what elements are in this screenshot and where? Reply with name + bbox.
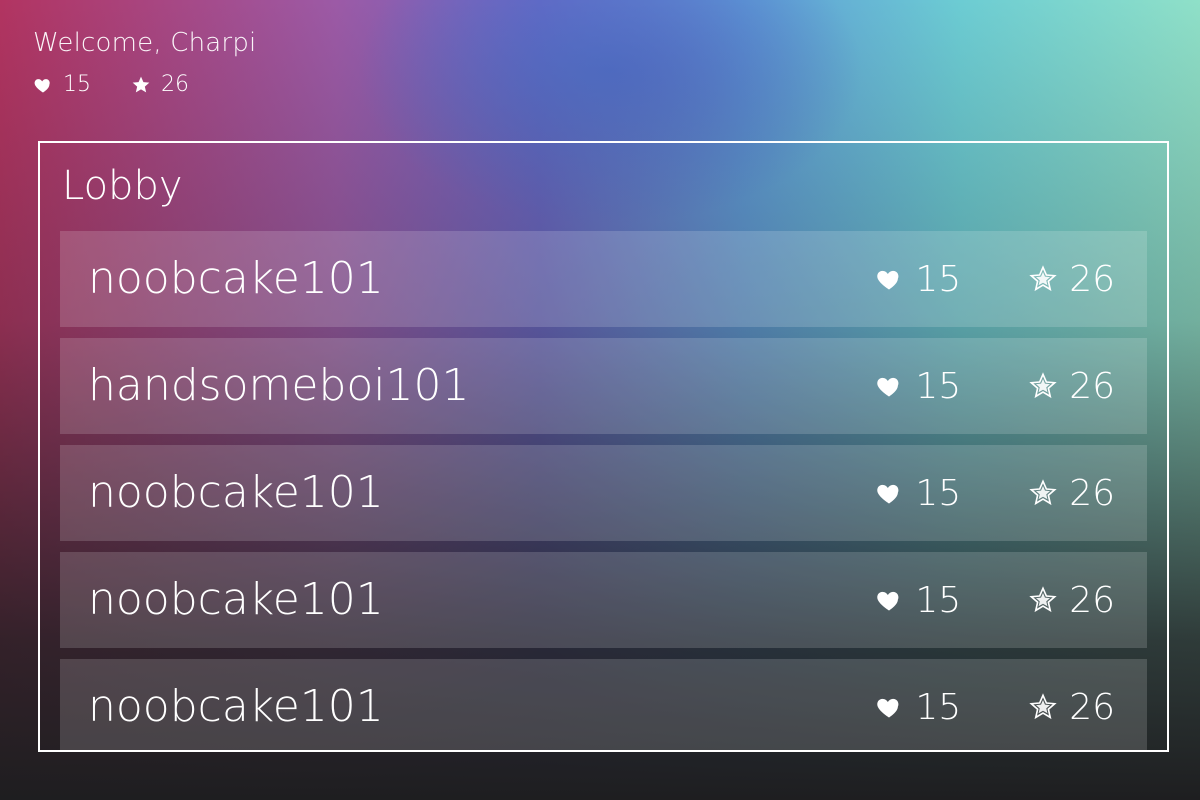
- player-name: handsomeboi101: [88, 360, 470, 411]
- player-hearts: 15: [875, 473, 961, 514]
- star-icon: [1029, 372, 1057, 400]
- heart-icon: [875, 586, 903, 614]
- player-name: noobcake101: [88, 574, 384, 625]
- player-stars-count: 26: [1069, 579, 1115, 621]
- player-name: noobcake101: [88, 253, 384, 304]
- lobby-title: Lobby: [62, 163, 183, 209]
- welcome-text: Welcome, Charpi: [33, 28, 257, 58]
- player-row[interactable]: noobcake101 15 26: [60, 445, 1147, 541]
- star-icon: [131, 75, 151, 95]
- player-row[interactable]: noobcake101 15 26: [60, 231, 1147, 327]
- heart-icon: [875, 479, 903, 507]
- star-icon: [1029, 265, 1057, 293]
- player-stars: 26: [1029, 473, 1115, 514]
- player-hearts-count: 15: [915, 365, 962, 407]
- player-name: noobcake101: [88, 467, 384, 518]
- user-header: Welcome, Charpi 15 26: [33, 28, 256, 97]
- user-stars-count: 26: [161, 72, 189, 97]
- player-stars: 26: [1029, 259, 1115, 300]
- player-hearts-count: 15: [915, 258, 962, 300]
- player-hearts-count: 15: [915, 579, 962, 621]
- player-hearts: 15: [875, 259, 961, 300]
- player-stars: 26: [1029, 580, 1115, 621]
- player-row[interactable]: handsomeboi101 15 26: [60, 338, 1147, 434]
- user-stars: 26: [131, 72, 189, 97]
- heart-icon: [875, 693, 903, 721]
- player-stats: 15 26: [875, 253, 1115, 305]
- player-stars-count: 26: [1069, 686, 1115, 728]
- player-hearts-count: 15: [915, 472, 962, 514]
- lobby-panel: Lobby noobcake101 15 26 handsomeboi101 1…: [38, 141, 1169, 752]
- user-hearts-count: 15: [63, 72, 91, 97]
- player-stars-count: 26: [1069, 472, 1115, 514]
- star-icon: [1029, 693, 1057, 721]
- player-stars-count: 26: [1069, 258, 1115, 300]
- player-row[interactable]: noobcake101 15 26: [60, 552, 1147, 648]
- user-stats: 15 26: [33, 72, 256, 97]
- player-stats: 15 26: [875, 360, 1115, 412]
- heart-icon: [875, 372, 903, 400]
- user-hearts: 15: [33, 72, 91, 97]
- star-icon: [1029, 586, 1057, 614]
- player-stats: 15 26: [875, 467, 1115, 519]
- player-stats: 15 26: [875, 681, 1115, 733]
- player-name: noobcake101: [88, 681, 384, 732]
- player-hearts-count: 15: [915, 686, 962, 728]
- player-row[interactable]: noobcake101 15 26: [60, 659, 1147, 750]
- player-stars-count: 26: [1069, 365, 1115, 407]
- player-list[interactable]: noobcake101 15 26 handsomeboi101 15 26 n…: [60, 231, 1147, 750]
- player-hearts: 15: [875, 687, 961, 728]
- star-icon: [1029, 479, 1057, 507]
- player-hearts: 15: [875, 580, 961, 621]
- heart-icon: [875, 265, 903, 293]
- player-stars: 26: [1029, 687, 1115, 728]
- heart-icon: [33, 75, 53, 95]
- player-stats: 15 26: [875, 574, 1115, 626]
- player-stars: 26: [1029, 366, 1115, 407]
- player-hearts: 15: [875, 366, 961, 407]
